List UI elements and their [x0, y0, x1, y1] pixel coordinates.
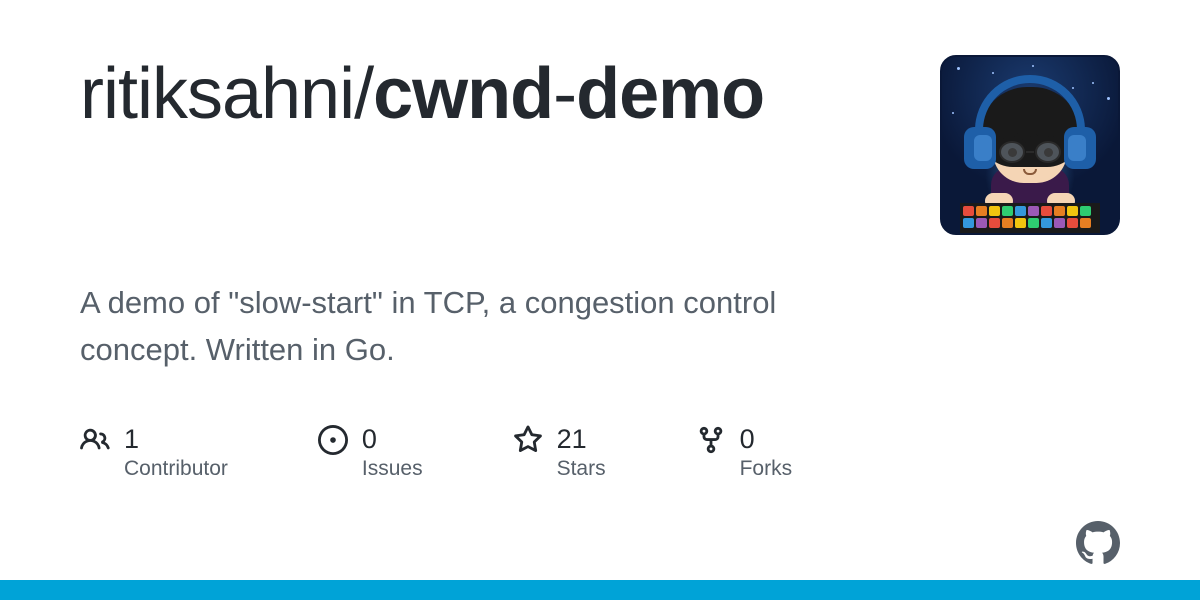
forks-count: 0 — [740, 423, 793, 455]
owner-avatar[interactable] — [940, 55, 1120, 235]
contributors-count: 1 — [124, 423, 228, 455]
stat-stars[interactable]: 21 Stars — [513, 423, 606, 481]
language-bar — [0, 580, 1200, 600]
github-logo-icon[interactable] — [1076, 521, 1120, 565]
repo-name-part1: cwnd — [373, 54, 553, 134]
repo-owner: ritiksahni — [80, 54, 354, 134]
stars-label: Stars — [557, 457, 606, 481]
title-area: ritiksahni/cwnd-demo — [80, 55, 940, 134]
repo-separator: / — [354, 54, 373, 134]
issues-label: Issues — [362, 457, 423, 481]
repo-name-part2: demo — [576, 54, 764, 134]
forks-label: Forks — [740, 457, 793, 481]
repo-description: A demo of "slow-start" in TCP, a congest… — [80, 280, 900, 373]
repo-hyphen: - — [553, 54, 576, 134]
issues-count: 0 — [362, 423, 423, 455]
fork-icon — [696, 425, 726, 455]
repo-card: ritiksahni/cwnd-demo — [0, 0, 1200, 600]
stat-forks[interactable]: 0 Forks — [696, 423, 793, 481]
people-icon — [80, 425, 110, 455]
contributors-label: Contributor — [124, 457, 228, 481]
stat-contributors[interactable]: 1 Contributor — [80, 423, 228, 481]
stat-issues[interactable]: 0 Issues — [318, 423, 423, 481]
stats-row: 1 Contributor 0 Issues 21 Stars — [80, 423, 1120, 481]
stars-count: 21 — [557, 423, 606, 455]
star-icon — [513, 425, 543, 455]
repo-title[interactable]: ritiksahni/cwnd-demo — [80, 55, 900, 134]
issue-icon — [318, 425, 348, 455]
header: ritiksahni/cwnd-demo — [80, 55, 1120, 235]
